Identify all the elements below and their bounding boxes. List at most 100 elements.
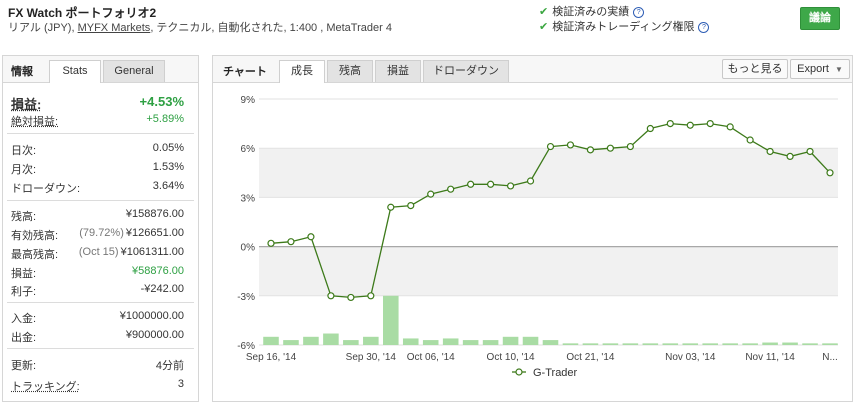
data-point[interactable] bbox=[546, 142, 555, 151]
tracking-row: トラッキング: 3 bbox=[11, 378, 184, 394]
drawdown-value: 3.64% bbox=[152, 180, 184, 192]
tab-stats[interactable]: Stats bbox=[49, 60, 101, 83]
data-point[interactable] bbox=[307, 233, 315, 241]
data-point[interactable] bbox=[586, 146, 595, 154]
volume-bar bbox=[822, 343, 838, 345]
monthly-value: 1.53% bbox=[152, 161, 184, 173]
data-point[interactable] bbox=[327, 292, 335, 300]
growth-chart[interactable]: 9% 6% 3% 0% -3% -6% Sep 16, '14 Sep 30, '14 Oct… bbox=[213, 83, 852, 400]
volume-bar bbox=[782, 342, 798, 345]
check-icon: ✔ bbox=[539, 6, 549, 18]
chart-panel-header: チャート 成長 残高 損益 ドローダウン もっと見る Export ▼ bbox=[213, 56, 852, 83]
x-tick-label: Oct 21, '14 bbox=[566, 352, 614, 363]
info-label: 情報 bbox=[11, 66, 33, 78]
highest-label: 最高残高: bbox=[11, 249, 59, 261]
data-point[interactable] bbox=[267, 239, 275, 247]
volume-bar bbox=[462, 340, 479, 345]
chart-label: チャート bbox=[223, 66, 267, 78]
interest-label: 利子: bbox=[11, 286, 37, 298]
verified-track-record: ✔ 検証済みの実績? bbox=[539, 3, 645, 19]
volume-bar bbox=[422, 340, 439, 345]
verified-track-record-label: 検証済みの実績 bbox=[552, 6, 630, 18]
data-point[interactable] bbox=[666, 119, 674, 128]
data-point[interactable] bbox=[706, 119, 714, 128]
tab-profit[interactable]: 損益 bbox=[375, 60, 421, 82]
data-point[interactable] bbox=[407, 201, 415, 210]
data-point[interactable] bbox=[606, 144, 614, 152]
info-panel-header: 情報 Stats General bbox=[3, 56, 198, 83]
highest-value: ¥1061311.00 bbox=[120, 246, 184, 258]
volume-bar bbox=[343, 340, 359, 345]
x-tick-label: Sep 16, '14 bbox=[246, 352, 297, 363]
legend[interactable]: G-Trader bbox=[512, 367, 578, 379]
profit-value: ¥58876.00 bbox=[132, 265, 184, 277]
data-point[interactable] bbox=[566, 141, 575, 149]
data-point[interactable] bbox=[467, 180, 475, 188]
data-point[interactable] bbox=[806, 147, 814, 156]
volume-bar bbox=[442, 338, 459, 345]
y-tick-label: 6% bbox=[241, 144, 256, 155]
drawdown-row: ドローダウン: 3.64% bbox=[11, 180, 184, 196]
y-tick-label: 9% bbox=[241, 95, 256, 106]
data-point[interactable] bbox=[447, 185, 455, 193]
withdrawals-row: 出金: ¥900000.00 bbox=[11, 329, 184, 345]
account-type: リアル (JPY), bbox=[8, 22, 75, 34]
divider bbox=[7, 200, 194, 201]
data-point[interactable] bbox=[686, 121, 694, 129]
help-icon[interactable]: ? bbox=[698, 22, 710, 33]
deposits-row: 入金: ¥1000000.00 bbox=[11, 310, 184, 326]
tab-growth[interactable]: 成長 bbox=[279, 60, 325, 83]
tracking-value: 3 bbox=[177, 378, 184, 390]
highest-row: 最高残高: (Oct 15) ¥1061311.00 bbox=[11, 246, 184, 262]
gain-value: +4.53% bbox=[139, 94, 184, 109]
data-point[interactable] bbox=[766, 147, 774, 156]
data-point[interactable] bbox=[626, 142, 634, 151]
tab-general[interactable]: General bbox=[103, 60, 165, 82]
data-point[interactable] bbox=[387, 203, 395, 211]
data-point[interactable] bbox=[746, 136, 754, 144]
volume-bar bbox=[382, 295, 399, 345]
deposits-value: ¥1000000.00 bbox=[119, 310, 184, 322]
y-tick-label: -6% bbox=[237, 341, 255, 352]
updated-value: 4分前 bbox=[155, 360, 184, 372]
daily-row: 日次: 0.05% bbox=[11, 142, 184, 158]
data-point[interactable] bbox=[367, 292, 375, 300]
equity-value: ¥126651.00 bbox=[125, 227, 184, 239]
help-icon[interactable]: ? bbox=[633, 7, 645, 18]
check-icon: ✔ bbox=[539, 21, 549, 33]
highest-date: (Oct 15) bbox=[78, 246, 119, 258]
gain-row: 損益: +4.53% bbox=[11, 94, 184, 113]
x-tick-label: Sep 30, '14 bbox=[346, 352, 397, 363]
abs-gain-label[interactable]: 絶対損益: bbox=[11, 113, 58, 129]
volume-bar bbox=[642, 343, 659, 345]
grid-lines bbox=[259, 98, 838, 346]
data-point[interactable] bbox=[646, 124, 654, 133]
interest-row: 利子: -¥242.00 bbox=[11, 283, 184, 299]
data-point[interactable] bbox=[786, 152, 794, 161]
legend-marker bbox=[515, 368, 523, 376]
tab-balance[interactable]: 残高 bbox=[327, 60, 373, 82]
grid-bands bbox=[259, 148, 838, 296]
updated-row: 更新: 4分前 bbox=[11, 357, 184, 373]
tab-drawdown[interactable]: ドローダウン bbox=[423, 60, 509, 82]
volume-bar bbox=[562, 343, 579, 345]
more-button[interactable]: もっと見る bbox=[722, 59, 788, 79]
volume-bar bbox=[522, 336, 539, 345]
data-point[interactable] bbox=[427, 190, 435, 198]
data-point[interactable] bbox=[506, 182, 515, 190]
data-point[interactable] bbox=[347, 293, 355, 302]
data-point[interactable] bbox=[826, 169, 834, 177]
data-point[interactable] bbox=[287, 238, 295, 246]
gain-label[interactable]: 損益: bbox=[11, 94, 41, 113]
volume-bar bbox=[582, 343, 599, 345]
account-details: , テクニカル, 自動化された, 1:400 , MetaTrader 4 bbox=[150, 22, 392, 34]
discuss-button[interactable]: 議論 bbox=[800, 7, 840, 30]
info-panel: 情報 Stats General 損益: +4.53% 絶対損益: +5.89% 日… bbox=[2, 55, 199, 402]
data-point[interactable] bbox=[526, 177, 535, 185]
tracking-label[interactable]: トラッキング: bbox=[11, 378, 80, 394]
export-button[interactable]: Export ▼ bbox=[790, 59, 850, 79]
data-point[interactable] bbox=[487, 180, 495, 188]
data-point[interactable] bbox=[726, 123, 734, 131]
volume-bar bbox=[542, 340, 559, 345]
broker-link[interactable]: MYFX Markets bbox=[78, 22, 151, 34]
